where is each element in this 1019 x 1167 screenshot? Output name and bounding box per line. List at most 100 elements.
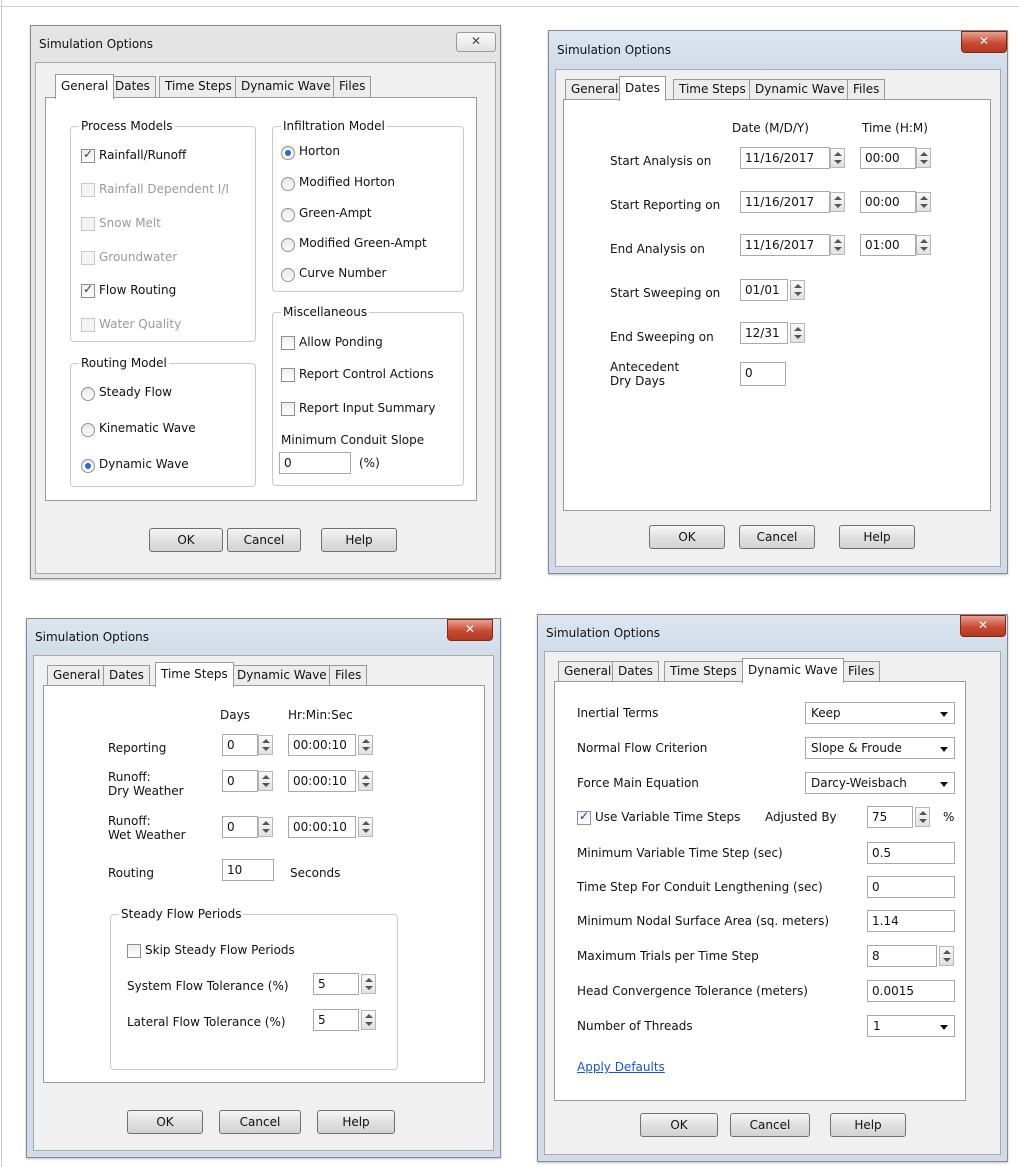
tab-general[interactable]: General — [558, 661, 618, 682]
close-button[interactable]: ✕ — [447, 619, 493, 641]
tab-general[interactable]: General — [565, 79, 625, 100]
lateral-flow-tolerance-spin[interactable] — [361, 1010, 376, 1030]
reporting-days-input[interactable]: 0 — [222, 734, 258, 756]
runoff-dry-hms-spin[interactable] — [358, 771, 373, 791]
steady-flow-radio[interactable] — [81, 387, 95, 401]
tab-dynamic-wave[interactable]: Dynamic Wave — [749, 79, 851, 100]
tab-files[interactable]: Files — [847, 79, 886, 100]
runoff-dry-days-input[interactable]: 0 — [222, 770, 258, 792]
flow-routing-checkbox[interactable] — [81, 282, 95, 298]
allow-ponding-checkbox[interactable] — [281, 336, 295, 350]
tab-dates[interactable]: Dates — [109, 76, 156, 97]
tab-time-steps[interactable]: Time Steps — [155, 662, 234, 687]
report-control-actions-checkbox[interactable] — [281, 368, 295, 382]
start-analysis-date-spin[interactable] — [830, 148, 845, 168]
start-analysis-date[interactable]: 11/16/2017 — [740, 147, 830, 169]
reporting-hms-spin[interactable] — [358, 735, 373, 755]
ok-button[interactable]: OK — [640, 1113, 718, 1137]
runoff-wet-hms-input[interactable]: 00:00:10 — [288, 816, 356, 838]
snow-melt-checkbox[interactable] — [81, 217, 95, 231]
head-tolerance-input[interactable]: 0.0015 — [867, 980, 955, 1002]
rainfall-runoff-checkbox[interactable] — [81, 147, 95, 163]
reporting-hms-input[interactable]: 00:00:10 — [288, 734, 356, 756]
inertial-terms-select[interactable]: Keep — [805, 702, 955, 724]
end-sweeping-spin[interactable] — [790, 323, 805, 343]
runoff-dry-hms-input[interactable]: 00:00:10 — [288, 770, 356, 792]
normal-flow-select[interactable]: Slope & Froude — [805, 737, 955, 759]
end-analysis-date-spin[interactable] — [830, 235, 845, 255]
water-quality-checkbox[interactable] — [81, 318, 95, 332]
cancel-button[interactable]: Cancel — [730, 1113, 810, 1137]
nodal-surface-area-input[interactable]: 1.14 — [867, 910, 955, 932]
min-variable-step-input[interactable]: 0.5 — [867, 842, 955, 864]
start-reporting-date-spin[interactable] — [830, 192, 845, 212]
reporting-days-spin[interactable] — [258, 735, 273, 755]
tab-files[interactable]: Files — [329, 665, 368, 686]
lateral-flow-tolerance-input[interactable]: 5 — [313, 1009, 359, 1031]
close-button[interactable]: ✕ — [960, 615, 1006, 637]
adjusted-by-spin[interactable] — [915, 807, 930, 827]
modified-green-ampt-radio[interactable] — [281, 238, 295, 252]
tab-time-steps[interactable]: Time Steps — [673, 79, 752, 100]
apply-defaults-link[interactable]: Apply Defaults — [577, 1060, 665, 1074]
horton-radio[interactable] — [281, 146, 295, 160]
ok-button[interactable]: OK — [149, 528, 223, 552]
runoff-wet-days-spin[interactable] — [258, 817, 273, 837]
end-analysis-date[interactable]: 11/16/2017 — [740, 234, 830, 256]
start-reporting-date[interactable]: 11/16/2017 — [740, 191, 830, 213]
tab-dates[interactable]: Dates — [103, 665, 150, 686]
help-button[interactable]: Help — [321, 528, 397, 552]
runoff-wet-hms-spin[interactable] — [358, 817, 373, 837]
conduit-lengthening-input[interactable]: 0 — [867, 876, 955, 898]
end-analysis-time[interactable]: 01:00 — [860, 234, 916, 256]
system-flow-tolerance-input[interactable]: 5 — [313, 973, 359, 995]
start-sweeping-input[interactable]: 01/01 — [740, 279, 788, 301]
cancel-button[interactable]: Cancel — [739, 525, 815, 549]
dynamic-wave-radio[interactable] — [81, 459, 95, 473]
end-analysis-time-spin[interactable] — [916, 235, 931, 255]
min-conduit-slope-input[interactable]: 0 — [279, 452, 351, 474]
tab-general[interactable]: General — [47, 665, 107, 686]
tab-dynamic-wave[interactable]: Dynamic Wave — [742, 658, 844, 683]
curve-number-radio[interactable] — [281, 268, 295, 282]
max-trials-input[interactable]: 8 — [867, 945, 937, 967]
ok-button[interactable]: OK — [127, 1110, 203, 1134]
tab-time-steps[interactable]: Time Steps — [159, 76, 238, 97]
tab-dynamic-wave[interactable]: Dynamic Wave — [235, 76, 337, 97]
adjusted-by-input[interactable]: 75 — [867, 806, 913, 828]
runoff-wet-days-input[interactable]: 0 — [222, 816, 258, 838]
modified-horton-radio[interactable] — [281, 177, 295, 191]
start-sweeping-spin[interactable] — [790, 280, 805, 300]
start-reporting-time-spin[interactable] — [916, 192, 931, 212]
routing-step-input[interactable]: 10 — [222, 859, 274, 881]
groundwater-checkbox[interactable] — [81, 251, 95, 265]
kinematic-wave-radio[interactable] — [81, 423, 95, 437]
tab-dynamic-wave[interactable]: Dynamic Wave — [231, 665, 333, 686]
help-button[interactable]: Help — [830, 1113, 906, 1137]
close-button[interactable]: ✕ — [456, 32, 496, 52]
skip-steady-flow-checkbox[interactable] — [127, 944, 141, 958]
start-analysis-time[interactable]: 00:00 — [860, 147, 916, 169]
system-flow-tolerance-spin[interactable] — [361, 974, 376, 994]
cancel-button[interactable]: Cancel — [219, 1110, 301, 1134]
tab-dates[interactable]: Dates — [612, 661, 659, 682]
tab-files[interactable]: Files — [842, 661, 881, 682]
max-trials-spin[interactable] — [939, 946, 954, 966]
help-button[interactable]: Help — [317, 1110, 395, 1134]
tab-time-steps[interactable]: Time Steps — [664, 661, 743, 682]
start-analysis-time-spin[interactable] — [916, 148, 931, 168]
threads-select[interactable]: 1 — [867, 1015, 955, 1037]
antecedent-dry-days-input[interactable]: 0 — [740, 362, 786, 386]
help-button[interactable]: Help — [839, 525, 915, 549]
report-input-summary-checkbox[interactable] — [281, 402, 295, 416]
cancel-button[interactable]: Cancel — [227, 528, 301, 552]
start-reporting-time[interactable]: 00:00 — [860, 191, 916, 213]
runoff-dry-days-spin[interactable] — [258, 771, 273, 791]
close-button[interactable]: ✕ — [961, 31, 1007, 53]
force-main-select[interactable]: Darcy-Weisbach — [805, 772, 955, 794]
end-sweeping-input[interactable]: 12/31 — [740, 322, 788, 344]
ok-button[interactable]: OK — [649, 525, 725, 549]
tab-general[interactable]: General — [55, 74, 115, 99]
tab-files[interactable]: Files — [333, 76, 372, 97]
variable-time-steps-checkbox[interactable] — [577, 809, 591, 825]
